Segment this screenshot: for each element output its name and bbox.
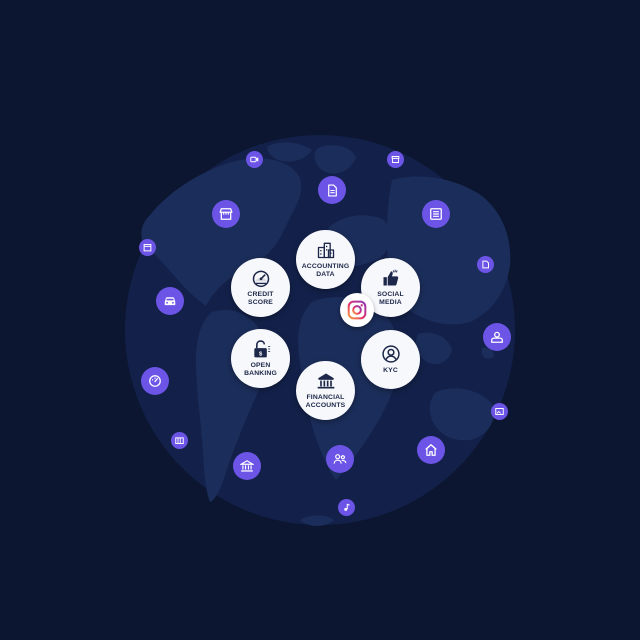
newspaper-icon: [430, 208, 442, 220]
image-icon: [495, 408, 504, 415]
accounting-data-node[interactable]: ACCOUNTING DATA: [296, 230, 355, 289]
document-icon: [327, 183, 337, 197]
orbit-dot-people[interactable]: [326, 445, 354, 473]
kyc-node[interactable]: KYC: [361, 330, 420, 389]
buildings-chart-icon: [317, 242, 334, 259]
social-media-label: SOCIAL MEDIA: [377, 291, 404, 306]
orbit-dot-home[interactable]: [417, 436, 445, 464]
orbit-dot-storefront-small[interactable]: [387, 151, 404, 168]
bank-icon: [240, 460, 254, 472]
credit-score-node[interactable]: CREDIT SCORE: [231, 258, 290, 317]
storefront-icon: [391, 156, 400, 163]
orbit-dot-receipt[interactable]: [422, 200, 450, 228]
world-globe: [125, 135, 515, 526]
calendar-icon: [143, 244, 152, 252]
instagram-badge[interactable]: [340, 293, 374, 327]
orbit-dot-wallet[interactable]: [171, 432, 188, 449]
people-icon: [333, 454, 347, 464]
orbit-dot-speedometer[interactable]: [141, 367, 169, 395]
speedometer-icon: [149, 375, 161, 387]
gauge-icon: [252, 270, 269, 288]
orbit-dot-user[interactable]: [483, 323, 511, 351]
music-icon: [344, 503, 350, 511]
orbit-dot-video[interactable]: [246, 151, 263, 168]
open-banking-node[interactable]: $ OPEN BANKING: [231, 329, 290, 388]
financial-accounts-label: FINANCIAL ACCOUNTS: [305, 394, 346, 409]
orbit-dot-file[interactable]: [477, 256, 494, 273]
unlocked-lock-icon: $: [253, 340, 270, 358]
accounting-data-label: ACCOUNTING DATA: [301, 263, 350, 278]
file-icon: [482, 260, 489, 269]
instagram-icon: [347, 300, 367, 320]
video-icon: [250, 156, 259, 163]
orbit-dot-car[interactable]: [156, 287, 184, 315]
orbit-dot-store[interactable]: [212, 200, 240, 228]
diagram-stage: ACCOUNTING DATA CREDIT SCORE SOCIAL MEDI…: [0, 0, 640, 640]
financial-accounts-node[interactable]: FINANCIAL ACCOUNTS: [296, 361, 355, 420]
thumbs-up-icon: [383, 269, 398, 286]
car-icon: [164, 297, 176, 306]
user-circle-icon: [381, 345, 400, 363]
storefront-icon: [219, 208, 233, 220]
bank-icon: [317, 373, 334, 389]
orbit-dot-image[interactable]: [491, 403, 508, 420]
orbit-dot-calendar[interactable]: [139, 239, 156, 256]
orbit-dot-bank[interactable]: [233, 452, 261, 480]
wallet-icon: [175, 437, 184, 444]
user-icon: [491, 331, 503, 343]
credit-score-label: CREDIT SCORE: [247, 291, 274, 306]
open-banking-label: OPEN BANKING: [244, 362, 277, 377]
kyc-label: KYC: [383, 367, 398, 375]
orbit-dot-document[interactable]: [318, 176, 346, 204]
home-icon: [425, 444, 437, 456]
orbit-dot-music[interactable]: [338, 499, 355, 516]
